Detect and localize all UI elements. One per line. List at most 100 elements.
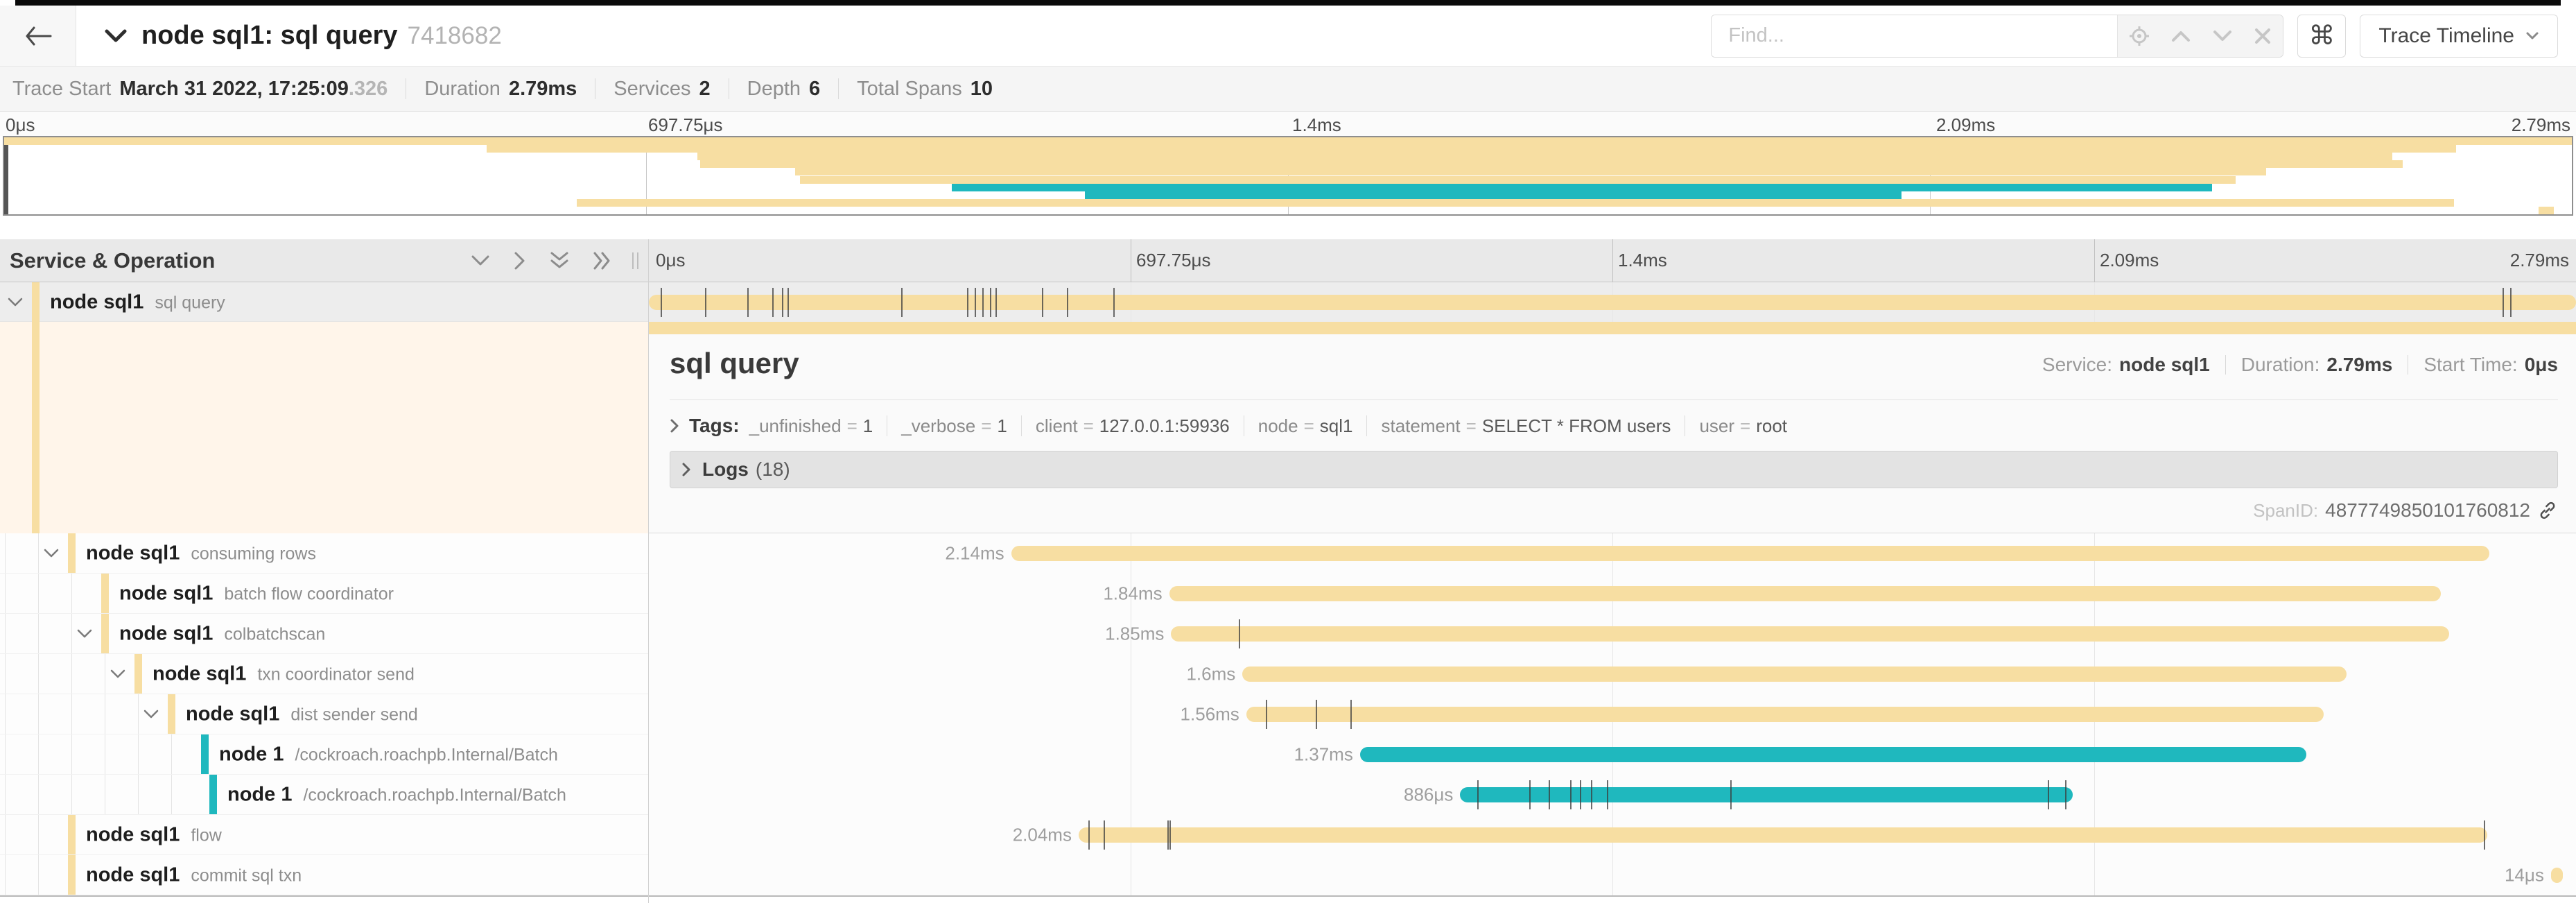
span-id-value: 4877749850101760812 xyxy=(2325,499,2530,522)
tags-row[interactable]: Tags: _unfinished=1_verbose=1client=127.… xyxy=(670,406,2558,445)
log-marker[interactable] xyxy=(1113,288,1115,317)
log-marker[interactable] xyxy=(1350,700,1352,729)
log-marker[interactable] xyxy=(975,288,976,317)
minimap-canvas[interactable] xyxy=(3,136,2573,216)
timeline-span-row[interactable]: 886μs xyxy=(649,775,2576,815)
log-marker[interactable] xyxy=(995,288,997,317)
log-marker[interactable] xyxy=(1239,619,1240,648)
log-marker[interactable] xyxy=(2484,820,2485,850)
timeline-span-row[interactable] xyxy=(649,282,2576,322)
find-input[interactable] xyxy=(1712,15,2117,57)
expand-all-icon[interactable] xyxy=(592,250,613,271)
timeline-span-row[interactable]: 1.37ms xyxy=(649,734,2576,775)
log-marker[interactable] xyxy=(1316,700,1317,729)
stat-item: Duration2.79ms xyxy=(424,78,577,101)
row-collapse-chevron-icon[interactable] xyxy=(110,669,126,680)
span-tree-row[interactable]: node sql1sql query xyxy=(0,282,648,322)
log-marker[interactable] xyxy=(990,288,991,317)
log-marker[interactable] xyxy=(1591,780,1592,809)
log-marker[interactable] xyxy=(901,288,903,317)
row-collapse-chevron-icon[interactable] xyxy=(76,628,93,639)
deep-link-icon[interactable] xyxy=(2537,500,2558,521)
log-marker[interactable] xyxy=(967,288,968,317)
log-marker[interactable] xyxy=(1088,820,1090,850)
back-button[interactable] xyxy=(0,6,76,66)
span-tree-row[interactable]: node sql1commit sql txn xyxy=(0,855,648,895)
row-collapse-chevron-icon[interactable] xyxy=(7,297,24,308)
row-collapse-chevron-icon[interactable] xyxy=(43,548,60,559)
collapse-trace-chevron-icon[interactable] xyxy=(104,28,128,44)
log-marker[interactable] xyxy=(1477,780,1479,809)
span-duration-label: 2.04ms xyxy=(1013,825,1072,846)
log-marker[interactable] xyxy=(1266,700,1267,729)
log-marker[interactable] xyxy=(1580,780,1581,809)
span-bar[interactable] xyxy=(1242,666,2347,682)
span-tree-row[interactable]: node sql1colbatchscan xyxy=(0,614,648,654)
next-result-icon[interactable] xyxy=(2212,29,2233,43)
span-bar[interactable] xyxy=(1011,546,2489,561)
log-marker[interactable] xyxy=(2065,780,2066,809)
logs-row[interactable]: Logs (18) xyxy=(670,451,2558,488)
log-marker[interactable] xyxy=(982,288,984,317)
timeline-span-row[interactable]: 1.56ms xyxy=(649,694,2576,734)
tag-item: _verbose=1 xyxy=(901,415,1007,437)
keyboard-shortcuts-button[interactable]: ⌘ xyxy=(2297,15,2346,58)
span-tree-row[interactable]: node sql1consuming rows xyxy=(0,533,648,574)
log-marker[interactable] xyxy=(747,288,749,317)
log-marker[interactable] xyxy=(2510,288,2512,317)
log-marker[interactable] xyxy=(1104,820,1105,850)
span-tree-row[interactable]: node sql1txn coordinator send xyxy=(0,654,648,694)
trace-timeline-page: node sql1: sql query7418682 ⌘ Trace Time… xyxy=(0,0,2576,903)
span-tree-row[interactable]: node sql1flow xyxy=(0,815,648,855)
timeline-root-row[interactable] xyxy=(649,282,2576,322)
log-marker[interactable] xyxy=(1607,780,1608,809)
log-marker[interactable] xyxy=(705,288,706,317)
minimap-left-handle[interactable] xyxy=(4,137,8,214)
tick-label: 1.4ms xyxy=(1618,250,1667,271)
span-bar[interactable] xyxy=(1246,707,2324,722)
span-bar[interactable] xyxy=(1079,827,2487,843)
focus-match-icon[interactable] xyxy=(2129,26,2150,46)
log-marker[interactable] xyxy=(1730,780,1732,809)
span-bar[interactable] xyxy=(1360,747,2306,762)
timeline-span-row[interactable]: 2.04ms xyxy=(649,815,2576,855)
collapse-one-icon[interactable] xyxy=(470,254,491,268)
span-tree-row[interactable]: node sql1dist sender send xyxy=(0,694,648,734)
log-marker[interactable] xyxy=(1549,780,1550,809)
log-marker[interactable] xyxy=(1067,288,1068,317)
span-bar[interactable] xyxy=(1460,787,2073,802)
log-marker[interactable] xyxy=(1570,780,1572,809)
log-marker[interactable] xyxy=(661,288,662,317)
log-marker[interactable] xyxy=(782,288,783,317)
log-marker[interactable] xyxy=(2048,780,2049,809)
span-tree-row[interactable]: node sql1batch flow coordinator xyxy=(0,574,648,614)
log-marker[interactable] xyxy=(787,288,789,317)
row-collapse-chevron-icon[interactable] xyxy=(143,709,159,720)
log-marker[interactable] xyxy=(1167,820,1169,850)
log-marker[interactable] xyxy=(1042,288,1043,317)
span-bar[interactable] xyxy=(1171,626,2448,642)
span-tree-root-row[interactable]: node sql1sql query xyxy=(0,282,648,322)
span-bar[interactable] xyxy=(1169,586,2442,601)
prev-result-icon[interactable] xyxy=(2170,29,2191,43)
span-tree-row[interactable]: node 1/cockroach.roachpb.Internal/Batch xyxy=(0,775,648,815)
log-marker[interactable] xyxy=(1529,780,1531,809)
log-marker[interactable] xyxy=(1169,820,1171,850)
view-selector-button[interactable]: Trace Timeline xyxy=(2360,15,2558,58)
expand-one-icon[interactable] xyxy=(513,250,527,271)
span-bar[interactable] xyxy=(2551,868,2563,883)
span-bar[interactable] xyxy=(649,295,2576,310)
panel-divider[interactable] xyxy=(648,239,649,903)
log-marker[interactable] xyxy=(2503,288,2504,317)
log-marker[interactable] xyxy=(772,288,774,317)
span-detail-title: sql query xyxy=(670,347,799,380)
timeline-span-row[interactable]: 1.6ms xyxy=(649,654,2576,694)
column-resizer-grip[interactable] xyxy=(632,252,638,269)
timeline-span-row[interactable]: 1.84ms xyxy=(649,574,2576,614)
collapse-all-icon[interactable] xyxy=(549,250,570,271)
span-tree-row[interactable]: node 1/cockroach.roachpb.Internal/Batch xyxy=(0,734,648,775)
timeline-span-row[interactable]: 2.14ms xyxy=(649,533,2576,574)
clear-search-icon[interactable] xyxy=(2254,27,2272,45)
timeline-span-row[interactable]: 14μs xyxy=(649,855,2576,895)
timeline-span-row[interactable]: 1.85ms xyxy=(649,614,2576,654)
